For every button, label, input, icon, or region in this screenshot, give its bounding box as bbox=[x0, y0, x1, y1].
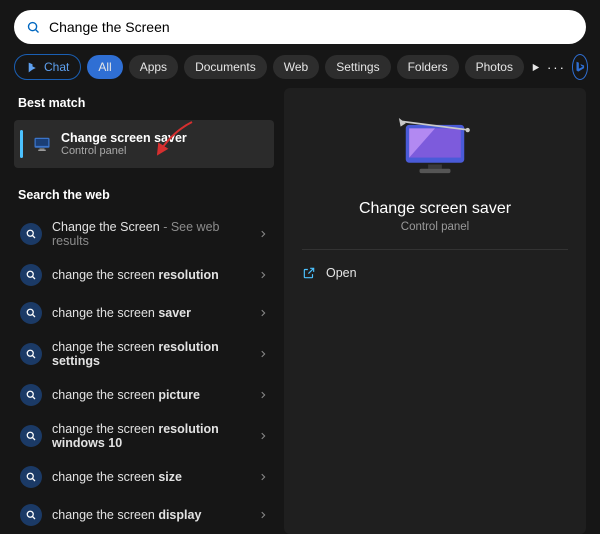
web-suggestion[interactable]: change the screen picture bbox=[14, 376, 274, 414]
search-icon bbox=[20, 384, 42, 406]
web-suggestion-text: change the screen resolution settings bbox=[52, 340, 248, 368]
best-match-title: Change screen saver bbox=[61, 131, 187, 145]
photos-tab[interactable]: Photos bbox=[465, 55, 524, 79]
web-suggestion-text: Change the Screen - See web results bbox=[52, 220, 248, 248]
chevron-right-icon bbox=[258, 347, 268, 362]
web-suggestion[interactable]: change the screen size bbox=[14, 458, 274, 496]
web-suggestion[interactable]: change the screen resolution bbox=[14, 256, 274, 294]
web-suggestion[interactable]: change the screen resolution settings bbox=[14, 332, 274, 376]
search-icon bbox=[20, 425, 42, 447]
web-suggestion-text: change the screen resolution windows 10 bbox=[52, 422, 248, 450]
open-label: Open bbox=[326, 266, 357, 280]
search-icon bbox=[26, 20, 41, 35]
web-suggestion-text: change the screen picture bbox=[52, 388, 248, 402]
chevron-right-icon bbox=[258, 268, 268, 283]
search-icon bbox=[20, 504, 42, 526]
search-icon bbox=[20, 466, 42, 488]
web-suggestion-text: change the screen display bbox=[52, 508, 248, 522]
web-tab[interactable]: Web bbox=[273, 55, 319, 79]
documents-tab[interactable]: Documents bbox=[184, 55, 267, 79]
bing-button[interactable] bbox=[572, 54, 588, 80]
apps-tab[interactable]: Apps bbox=[129, 55, 178, 79]
search-icon bbox=[20, 264, 42, 286]
folders-tab[interactable]: Folders bbox=[397, 55, 459, 79]
open-icon bbox=[302, 266, 316, 280]
control-panel-icon bbox=[31, 133, 53, 155]
detail-title: Change screen saver bbox=[302, 200, 568, 218]
best-match-subtitle: Control panel bbox=[61, 145, 187, 157]
selection-indicator bbox=[20, 130, 23, 158]
search-bar[interactable] bbox=[14, 10, 586, 44]
chevron-right-icon bbox=[258, 429, 268, 444]
chat-label: Chat bbox=[44, 60, 69, 74]
web-suggestion[interactable]: change the screen resolution windows 10 bbox=[14, 414, 274, 458]
chevron-right-icon bbox=[258, 470, 268, 485]
open-action[interactable]: Open bbox=[302, 266, 568, 280]
all-tab[interactable]: All bbox=[87, 55, 122, 79]
detail-icon bbox=[302, 102, 568, 194]
search-web-heading: Search the web bbox=[14, 180, 274, 212]
web-suggestion[interactable]: change the screen display bbox=[14, 496, 274, 534]
web-suggestion-text: change the screen resolution bbox=[52, 268, 248, 282]
best-match-heading: Best match bbox=[14, 88, 274, 120]
chevron-right-icon bbox=[258, 227, 268, 242]
web-suggestion-text: change the screen saver bbox=[52, 306, 248, 320]
chevron-right-icon bbox=[258, 388, 268, 403]
web-suggestion-text: change the screen size bbox=[52, 470, 248, 484]
settings-tab[interactable]: Settings bbox=[325, 55, 390, 79]
play-icon[interactable] bbox=[530, 62, 541, 73]
search-icon bbox=[20, 302, 42, 324]
filter-bar: Chat All Apps Documents Web Settings Fol… bbox=[0, 54, 600, 88]
more-button[interactable]: ··· bbox=[547, 60, 566, 75]
chevron-right-icon bbox=[258, 508, 268, 523]
chat-tab[interactable]: Chat bbox=[14, 54, 81, 80]
search-icon bbox=[20, 223, 42, 245]
divider bbox=[302, 249, 568, 250]
search-icon bbox=[20, 343, 42, 365]
web-suggestion[interactable]: Change the Screen - See web results bbox=[14, 212, 274, 256]
search-input[interactable] bbox=[49, 19, 574, 35]
web-suggestion[interactable]: change the screen saver bbox=[14, 294, 274, 332]
detail-subtitle: Control panel bbox=[302, 221, 568, 233]
best-match-result[interactable]: Change screen saver Control panel bbox=[14, 120, 274, 168]
detail-pane: Change screen saver Control panel Open bbox=[284, 88, 586, 534]
chevron-right-icon bbox=[258, 306, 268, 321]
